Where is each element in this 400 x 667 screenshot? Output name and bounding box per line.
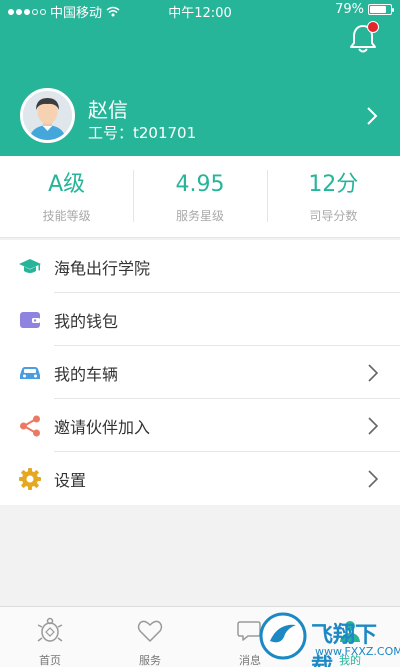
watermark: 飞翔下载 www.FXXZ.COM — [258, 611, 400, 667]
watermark-logo — [259, 612, 307, 660]
stat-label: 技能等级 — [42, 209, 91, 223]
stat-label: 司导分数 — [309, 209, 358, 223]
stat-service-rating[interactable]: 4.95 服务星级 — [133, 156, 266, 237]
chevron-right-icon[interactable] — [365, 106, 379, 126]
menu-item-label: 设置 — [54, 470, 87, 490]
profile-header: 中国移动 中午12:00 79% 赵信 工号：t201701 — [0, 0, 400, 156]
watermark-text: 飞翔下载 — [311, 623, 378, 667]
menu-item-vehicle[interactable]: 我的车辆 — [0, 346, 400, 399]
gear-icon — [19, 468, 41, 490]
menu-list: 海龟出行学院 我的钱包 我的车辆 邀请伙伴加入 设置 — [0, 240, 400, 505]
avatar-illustration — [23, 91, 72, 140]
tab-service[interactable]: 服务 — [100, 607, 200, 667]
tab-home[interactable]: 首页 — [0, 607, 100, 667]
car-icon — [20, 367, 40, 379]
status-right: 79% — [335, 2, 394, 17]
battery-icon — [368, 4, 394, 15]
stats-bar: A级 技能等级 4.95 服务星级 12分 司导分数 — [0, 156, 400, 238]
menu-item-wallet[interactable]: 我的钱包 — [0, 293, 400, 346]
user-name: 赵信 — [88, 98, 128, 122]
graduation-cap-icon — [19, 259, 41, 273]
chevron-right-icon — [368, 470, 378, 488]
notification-badge — [367, 21, 379, 33]
watermark-url: www.FXXZ.COM — [315, 645, 400, 658]
menu-item-settings[interactable]: 设置 — [0, 452, 400, 505]
chevron-right-icon — [368, 364, 378, 382]
status-bar: 中国移动 中午12:00 79% — [0, 0, 400, 21]
tab-label: 服务 — [139, 654, 161, 667]
stat-value: 4.95 — [175, 172, 225, 197]
stat-value: A级 — [48, 172, 86, 197]
menu-item-invite[interactable]: 邀请伙伴加入 — [0, 399, 400, 452]
menu-item-label: 我的钱包 — [54, 311, 119, 331]
chevron-right-icon — [368, 417, 378, 435]
job-number: 工号：t201701 — [88, 124, 197, 142]
profile-row[interactable]: 赵信 工号：t201701 — [0, 88, 400, 148]
menu-item-academy[interactable]: 海龟出行学院 — [0, 240, 400, 293]
tab-label: 首页 — [39, 654, 61, 667]
stat-value: 12分 — [308, 172, 359, 197]
avatar[interactable] — [20, 88, 75, 143]
wallet-icon — [20, 312, 40, 328]
menu-item-label: 海龟出行学院 — [54, 258, 151, 278]
share-icon — [20, 415, 40, 437]
turtle-icon — [37, 617, 63, 642]
battery-percent: 79% — [335, 2, 364, 17]
menu-item-label: 邀请伙伴加入 — [54, 417, 151, 437]
stat-guide-score[interactable]: 12分 司导分数 — [266, 156, 400, 237]
menu-item-label: 我的车辆 — [54, 364, 119, 384]
stat-skill-level[interactable]: A级 技能等级 — [0, 156, 133, 237]
heart-icon — [137, 620, 163, 642]
stat-label: 服务星级 — [175, 209, 224, 223]
